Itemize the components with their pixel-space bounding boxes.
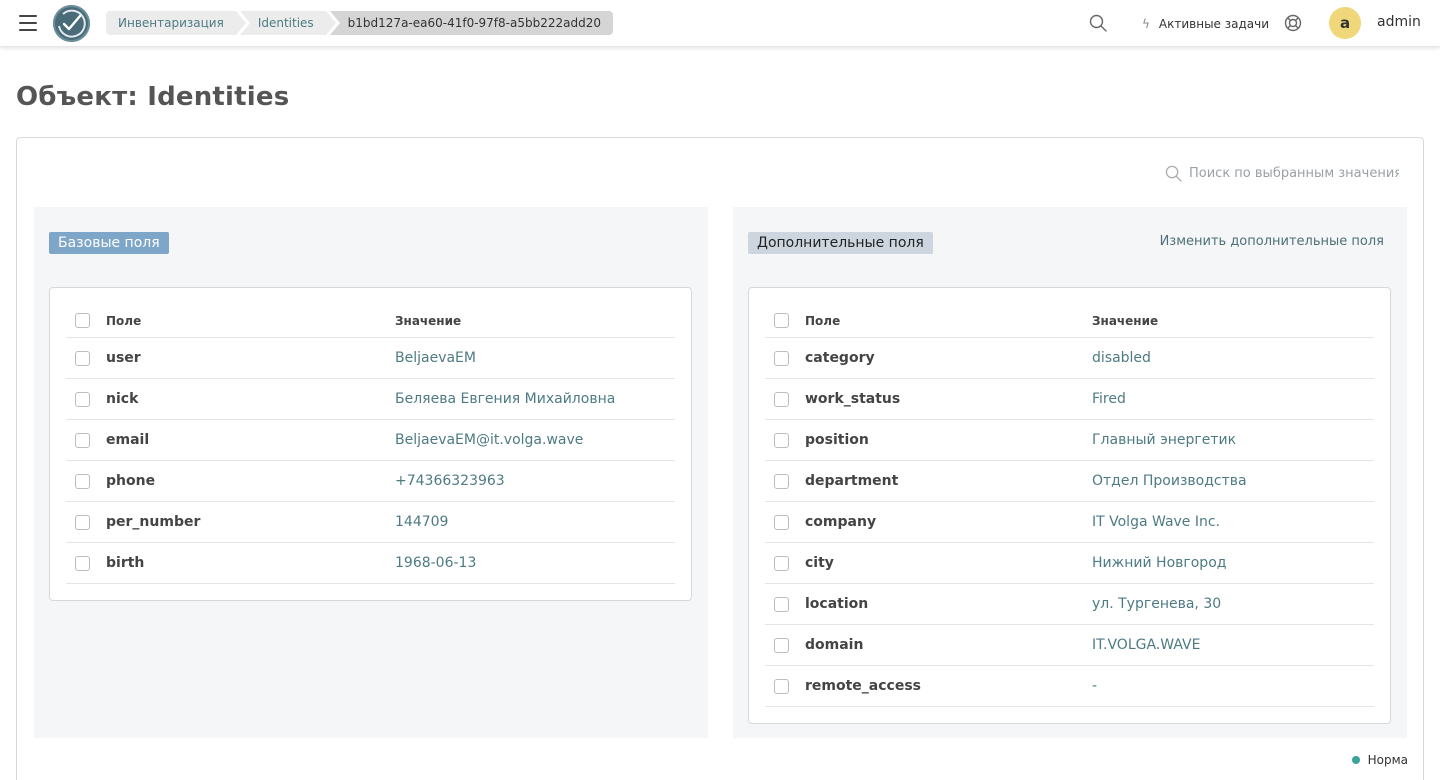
active-tasks-label: Активные задачи [1158, 17, 1270, 31]
field-name: domain [805, 637, 864, 653]
table-row: location ул. Тургенева, 30 [765, 584, 1374, 625]
row-checkbox[interactable] [75, 351, 90, 366]
table-row: per_number 144709 [66, 502, 675, 543]
field-value: Нижний Новгород [1092, 555, 1227, 571]
field-value: Беляева Евгения Михайловна [395, 391, 616, 407]
field-value: IT Volga Wave Inc. [1092, 514, 1221, 530]
field-name: per_number [106, 514, 201, 530]
row-checkbox[interactable] [774, 638, 789, 653]
base-fields-table: Поле Значение user BeljaevaEM nick Беляе… [49, 287, 692, 601]
table-row: city Нижний Новгород [765, 543, 1374, 584]
table-row: nick Беляева Евгения Михайловна [66, 379, 675, 420]
base-fields-panel: Базовые поля Поле Значение user Beljaeva… [34, 207, 708, 738]
field-value: Главный энергетик [1092, 432, 1237, 448]
table-row: position Главный энергетик [765, 420, 1374, 461]
column-header-field: Поле [106, 314, 142, 328]
row-checkbox[interactable] [774, 597, 789, 612]
breadcrumb-object-id: b1bd127a-ea60-41f0-97f8-a5bb222add20 [329, 11, 613, 35]
field-search [1165, 165, 1399, 182]
row-checkbox[interactable] [774, 679, 789, 694]
field-name: remote_access [805, 678, 921, 694]
field-name: city [805, 555, 834, 571]
field-value: ул. Тургенева, 30 [1092, 596, 1222, 612]
edit-extra-fields-link[interactable]: Изменить дополнительные поля [1160, 234, 1384, 249]
field-name: nick [106, 391, 139, 407]
column-header-value: Значение [1092, 314, 1159, 328]
row-checkbox[interactable] [75, 474, 90, 489]
field-value: 1968-06-13 [395, 555, 477, 571]
search-icon [1165, 165, 1182, 182]
status-dot-icon [1351, 756, 1360, 764]
table-row: work_status Fired [765, 379, 1374, 420]
object-card: Базовые поля Поле Значение user Beljaeva… [16, 137, 1424, 780]
table-row: company IT Volga Wave Inc. [765, 502, 1374, 543]
page-title: Объект: Identities [16, 82, 290, 112]
top-bar: Инвентаризация Identities b1bd127a-ea60-… [0, 0, 1440, 47]
lifebuoy-icon[interactable] [1284, 14, 1302, 32]
base-fields-tag: Базовые поля [49, 232, 169, 254]
row-checkbox[interactable] [774, 433, 789, 448]
field-name: category [805, 350, 875, 366]
field-name: phone [106, 473, 156, 489]
select-all-checkbox[interactable] [774, 313, 789, 328]
column-header-value: Значение [395, 314, 462, 328]
table-header: Поле Значение [765, 304, 1374, 338]
field-value: Отдел Производства [1092, 473, 1247, 489]
table-row: department Отдел Производства [765, 461, 1374, 502]
breadcrumb-identities[interactable]: Identities [239, 11, 336, 35]
active-tasks-button[interactable]: ϟ Активные задачи [1142, 15, 1269, 33]
avatar[interactable]: a [1329, 7, 1361, 39]
table-header: Поле Значение [66, 304, 675, 338]
row-checkbox[interactable] [75, 515, 90, 530]
row-checkbox[interactable] [774, 515, 789, 530]
field-value: - [1092, 678, 1098, 694]
field-name: location [805, 596, 869, 612]
table-row: category disabled [765, 338, 1374, 379]
table-row: remote_access - [765, 666, 1374, 707]
app-logo[interactable] [53, 5, 90, 42]
table-row: domain IT.VOLGA.WAVE [765, 625, 1374, 666]
row-checkbox[interactable] [75, 392, 90, 407]
extra-fields-tag: Дополнительные поля [748, 232, 933, 254]
field-search-input[interactable] [1189, 166, 1399, 181]
field-value: disabled [1092, 350, 1151, 366]
row-checkbox[interactable] [75, 556, 90, 571]
extra-fields-table: Поле Значение category disabled work_sta… [748, 287, 1391, 724]
hamburger-menu-icon[interactable] [19, 15, 37, 31]
row-checkbox[interactable] [774, 474, 789, 489]
field-value: 144709 [395, 514, 449, 530]
field-name: work_status [805, 391, 901, 407]
field-name: user [106, 350, 141, 366]
field-name: email [106, 432, 150, 448]
table-row: user BeljaevaEM [66, 338, 675, 379]
status-label: Норма [1367, 753, 1408, 767]
row-checkbox[interactable] [75, 433, 90, 448]
table-row: email BeljaevaEM@it.volga.wave [66, 420, 675, 461]
extra-fields-panel: Дополнительные поля Изменить дополнитель… [733, 207, 1407, 738]
table-row: phone +74366323963 [66, 461, 675, 502]
field-value: Fired [1092, 391, 1126, 407]
field-name: company [805, 514, 877, 530]
breadcrumb: Инвентаризация Identities b1bd127a-ea60-… [106, 11, 617, 35]
select-all-checkbox[interactable] [75, 313, 90, 328]
bolt-icon: ϟ [1142, 17, 1150, 31]
row-checkbox[interactable] [774, 351, 789, 366]
field-value: +74366323963 [395, 473, 505, 489]
table-row: birth 1968-06-13 [66, 543, 675, 584]
field-value: BeljaevaEM@it.volga.wave [395, 432, 584, 448]
username[interactable]: admin [1377, 14, 1421, 30]
check-circle-icon [58, 9, 86, 38]
field-value: BeljaevaEM [395, 350, 476, 366]
column-header-field: Поле [805, 314, 841, 328]
field-name: birth [106, 555, 145, 571]
search-icon[interactable] [1089, 14, 1107, 32]
field-name: department [805, 473, 899, 489]
breadcrumb-inventory[interactable]: Инвентаризация [106, 11, 246, 35]
status-indicator: Норма [1351, 753, 1408, 767]
field-name: position [805, 432, 869, 448]
row-checkbox[interactable] [774, 556, 789, 571]
row-checkbox[interactable] [774, 392, 789, 407]
field-value: IT.VOLGA.WAVE [1092, 637, 1201, 653]
